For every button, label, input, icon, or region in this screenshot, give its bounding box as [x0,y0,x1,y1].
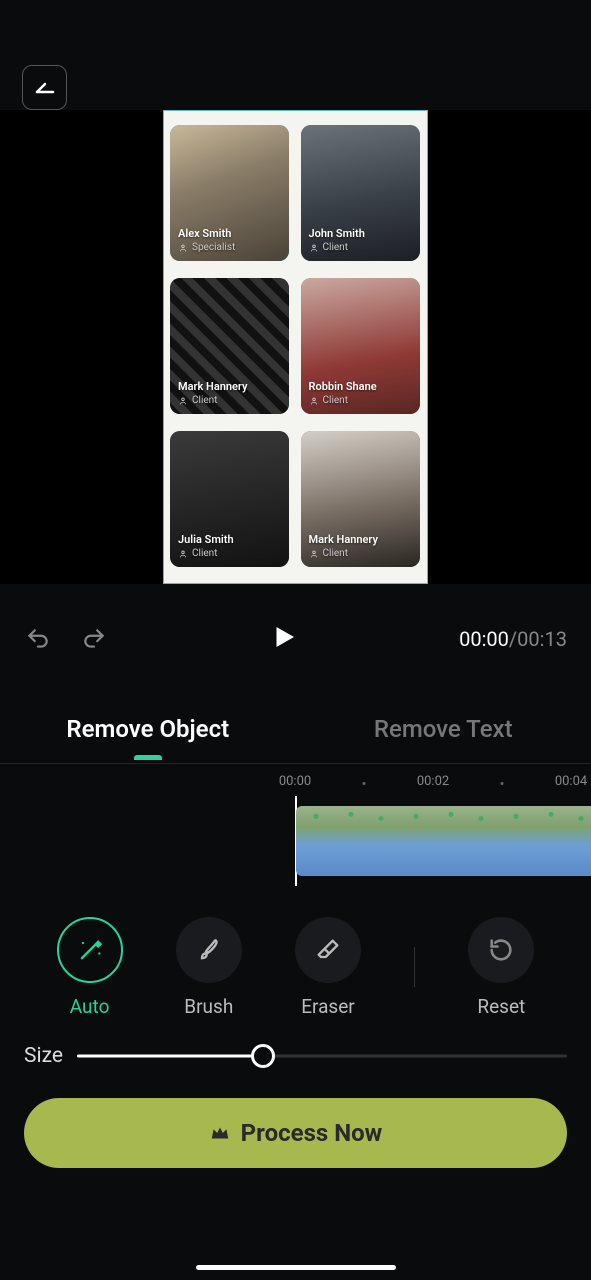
person-name: Julia Smith [178,533,281,546]
tool-brush[interactable]: Brush [176,917,242,1018]
timeline-mark: 00:02 [417,774,449,789]
undo-button[interactable] [24,625,52,653]
timeline[interactable]: 00:00 00:02 00:04 [0,764,591,894]
process-now-label: Process Now [241,1119,383,1147]
timeline-dot [363,782,366,785]
tool-reset[interactable]: Reset [468,917,534,1018]
mode-tabs: Remove Object Remove Text [0,694,591,764]
time-duration: 00:13 [517,627,567,651]
person-card[interactable]: Mark Hannery Client [170,278,289,414]
timeline-dot [501,782,504,785]
slider-fill [77,1055,263,1058]
play-button[interactable] [269,622,299,656]
home-indicator[interactable] [196,1265,396,1270]
people-grid: Alex SmithSpecialistJohn SmithClientMark… [170,125,421,567]
person-name: John Smith [309,227,412,240]
undo-icon [25,626,51,652]
time-current: 00:00 [459,627,509,651]
person-photo [170,278,289,414]
process-now-button[interactable]: Process Now [24,1098,567,1168]
person-name: Mark Hannery [309,533,412,546]
person-name: Mark Hannery [178,380,281,393]
clip-area[interactable] [0,800,591,884]
timeline-marks: 00:00 00:02 00:04 [0,774,591,794]
person-role-row: Client [178,548,281,559]
timeline-mark: 00:00 [279,774,311,789]
person-icon [178,243,188,253]
person-photo [170,431,289,567]
person-card[interactable]: Alex Smith Specialist [170,125,289,261]
person-role-row: Client [178,395,281,406]
person-photo [301,431,420,567]
person-card[interactable]: John Smith Client [301,125,420,261]
person-card[interactable]: Julia Smith Client [170,431,289,567]
redo-button[interactable] [80,625,108,653]
person-name: Robbin Shane [309,380,412,393]
size-slider[interactable] [77,1044,567,1068]
person-card[interactable]: Mark Hannery Client [301,431,420,567]
person-role-row: Client [309,395,412,406]
size-row: Size [0,1044,591,1068]
tab-remove-object[interactable]: Remove Object [0,699,296,759]
timeline-mark: 00:04 [555,774,587,789]
tool-eraser-label: Eraser [301,995,355,1018]
person-icon [178,549,188,559]
person-icon [309,396,319,406]
person-card[interactable]: Robbin Shane Client [301,278,420,414]
tool-brush-label: Brush [184,995,233,1018]
play-icon [269,622,299,652]
person-icon [309,549,319,559]
back-arrow-icon [33,76,57,100]
playback-bar: 00:00/00:13 [0,584,591,694]
tools-row: Auto Brush Eraser Reset [0,912,591,1022]
time-display: 00:00/00:13 [459,627,567,651]
top-bar [0,0,591,110]
video-preview: Alex SmithSpecialistJohn SmithClientMark… [0,110,591,584]
clip-strip[interactable] [296,806,591,876]
tool-auto[interactable]: Auto [57,917,123,1018]
person-role: Client [323,395,348,406]
slider-thumb[interactable] [251,1044,275,1068]
clip-thumbnail [396,806,496,876]
person-role: Client [192,548,217,559]
back-button[interactable] [22,65,67,110]
person-role: Client [323,548,348,559]
crown-icon [209,1122,231,1144]
person-name: Alex Smith [178,227,281,240]
reset-icon [487,936,515,964]
person-photo [301,278,420,414]
tool-auto-label: Auto [70,995,110,1018]
person-icon [309,243,319,253]
tab-remove-text[interactable]: Remove Text [296,699,591,759]
preview-content[interactable]: Alex SmithSpecialistJohn SmithClientMark… [163,110,428,584]
brush-icon [195,936,223,964]
eraser-icon [314,936,342,964]
size-label: Size [24,1044,63,1068]
clip-thumbnail [296,806,396,876]
tool-separator [414,947,415,987]
person-icon [178,396,188,406]
person-photo [170,125,289,261]
auto-icon [76,936,104,964]
person-role-row: Client [309,242,412,253]
person-role: Client [192,395,217,406]
person-role-row: Specialist [178,242,281,253]
tool-eraser[interactable]: Eraser [295,917,361,1018]
redo-icon [81,626,107,652]
clip-thumbnail [496,806,591,876]
person-photo [301,125,420,261]
tool-reset-label: Reset [477,995,525,1018]
person-role: Specialist [192,242,235,253]
person-role: Client [323,242,348,253]
person-role-row: Client [309,548,412,559]
